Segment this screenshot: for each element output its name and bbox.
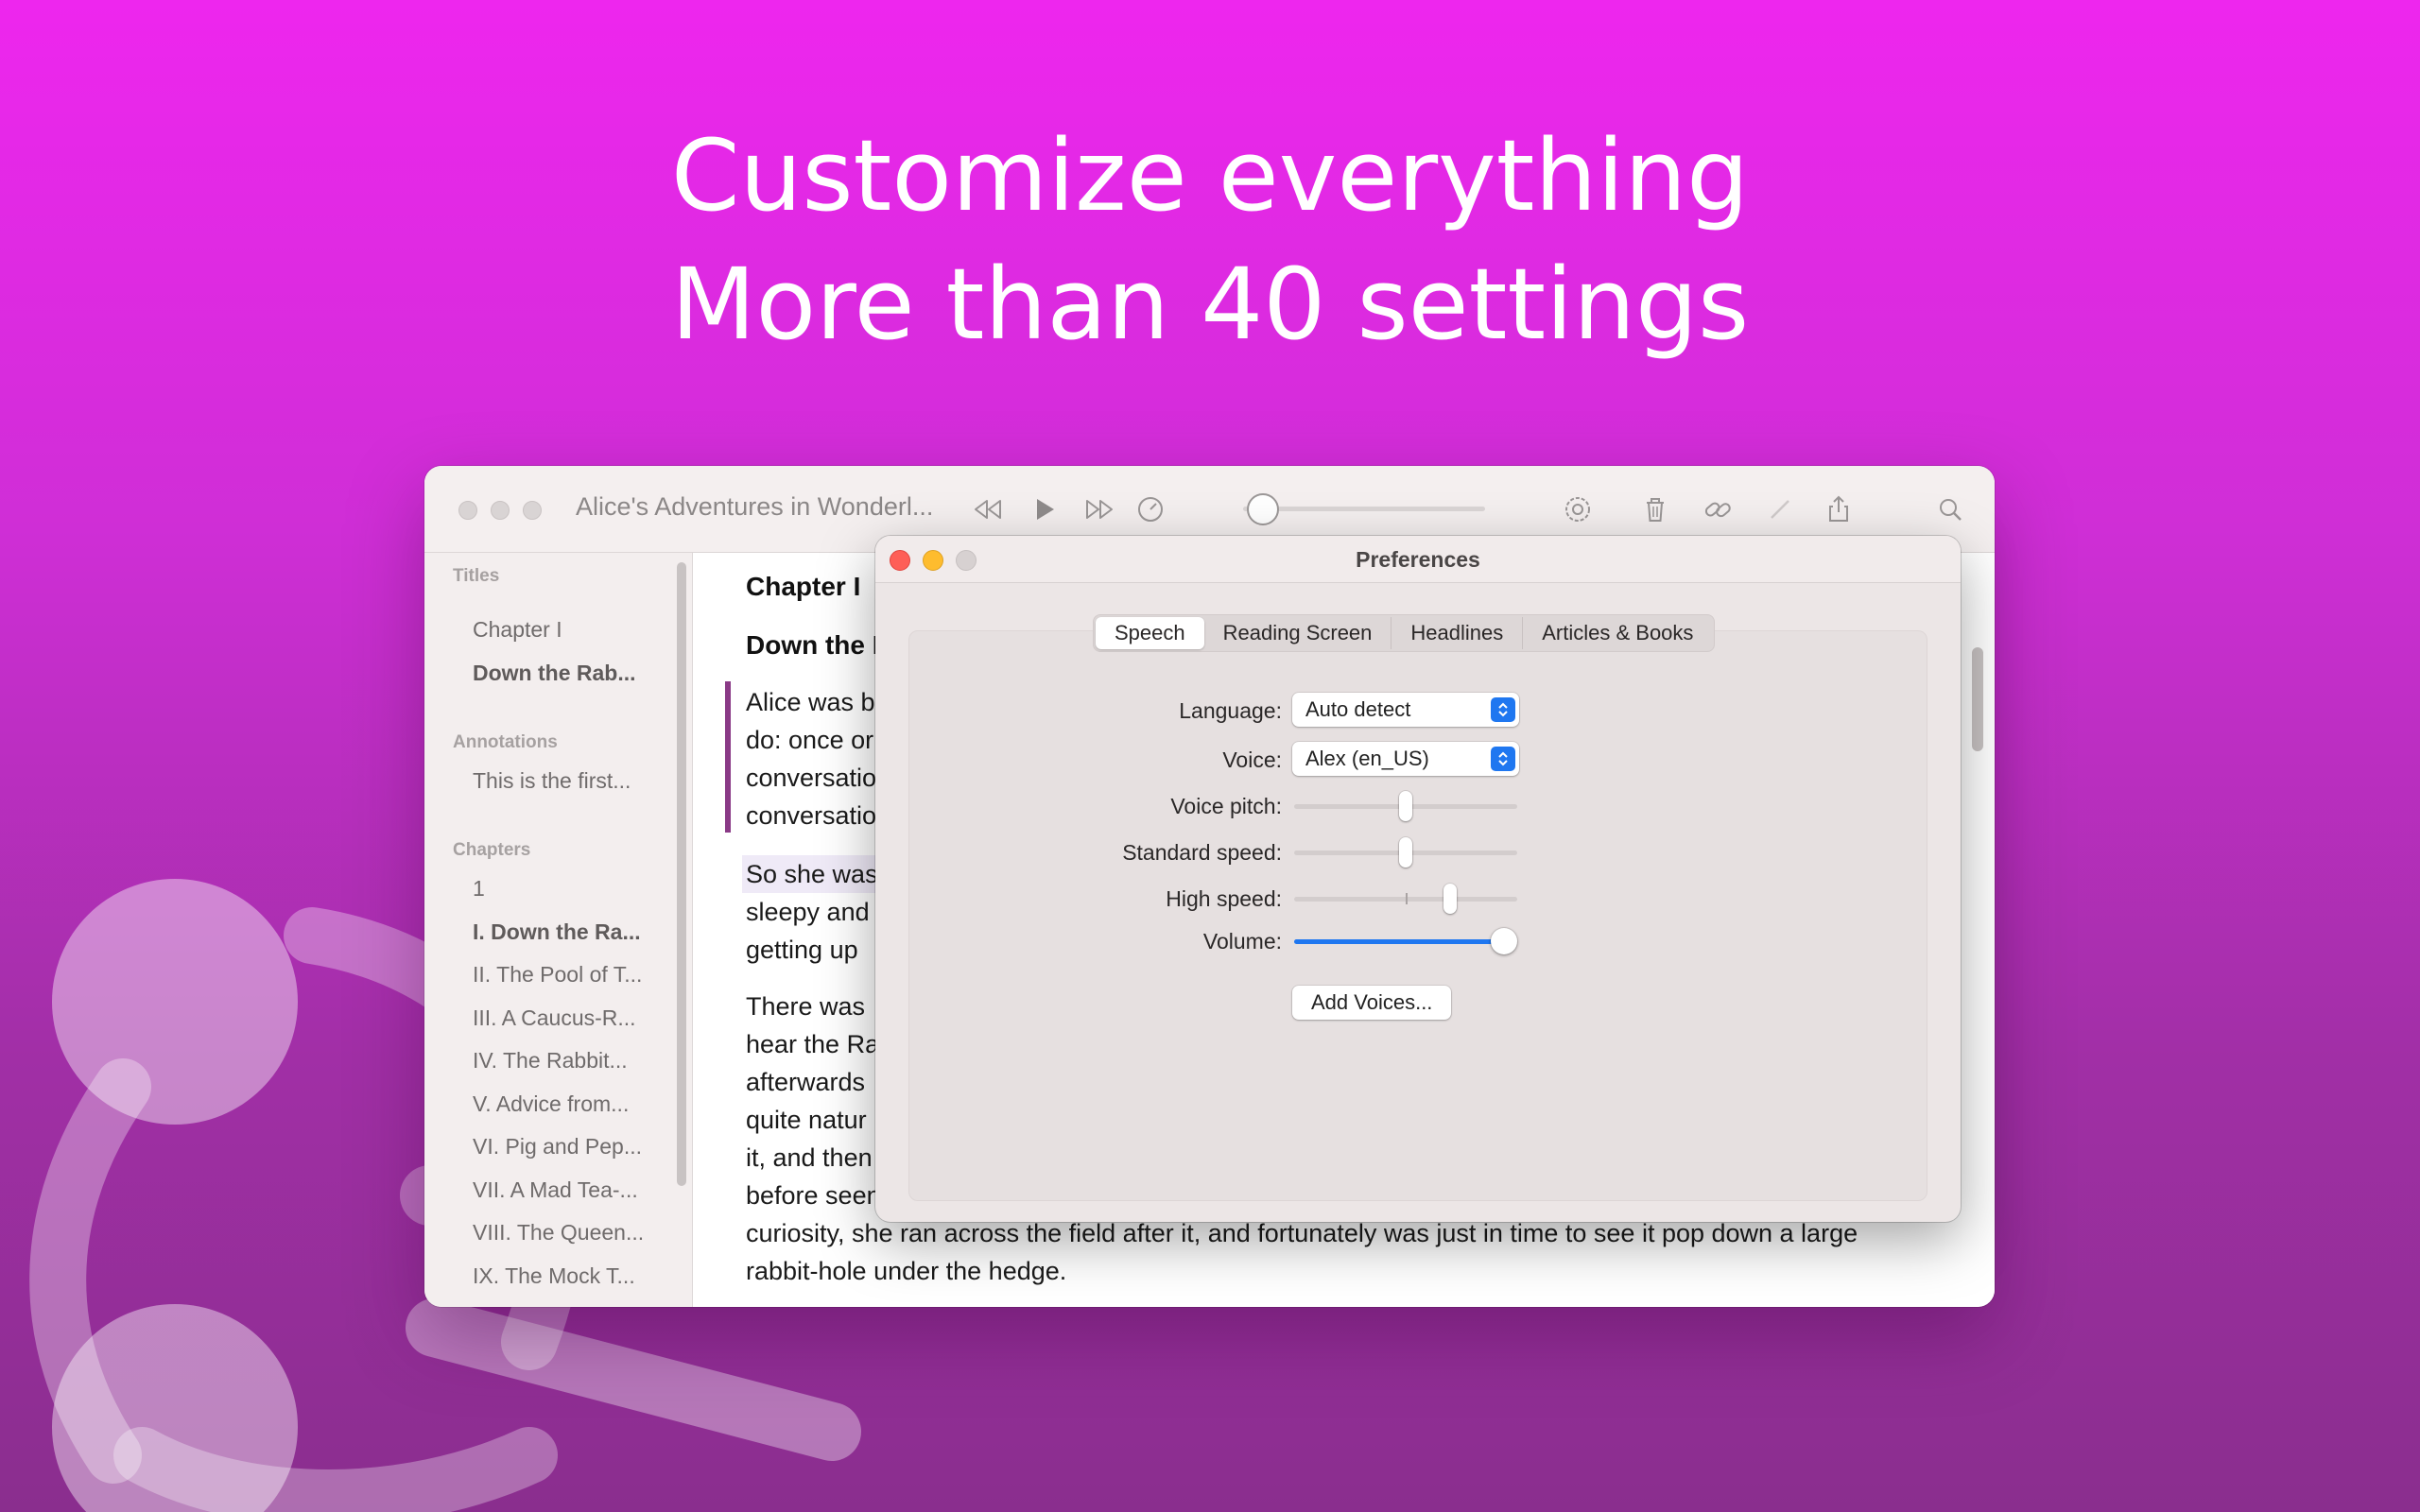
slider-knob[interactable] — [1491, 928, 1517, 954]
updown-chevron-icon — [1491, 747, 1515, 771]
standard-speed-slider[interactable] — [1294, 837, 1517, 868]
preferences-window: Preferences Speech Reading Screen Headli… — [875, 536, 1961, 1222]
slider-knob[interactable] — [1399, 837, 1412, 868]
annotation-marker — [725, 681, 731, 833]
chapter-subtitle: Down the R — [746, 630, 891, 660]
window-title: Alice's Adventures in Wonderl... — [576, 492, 934, 521]
paragraph-1: Alice was b do: once or conversatio conv… — [746, 683, 876, 834]
slider-knob[interactable] — [1399, 791, 1412, 821]
voice-label: Voice: — [1222, 747, 1282, 772]
minimize-window-button[interactable] — [491, 501, 510, 520]
paragraph-line: conversatio — [746, 801, 877, 830]
preferences-titlebar: Preferences — [875, 536, 1961, 583]
slider-tick — [1406, 893, 1408, 904]
paragraph-line: conversatio — [746, 764, 877, 792]
sidebar-chapter-item[interactable]: VII. A Mad Tea-... — [473, 1177, 638, 1203]
tab-articles-books[interactable]: Articles & Books — [1522, 617, 1712, 649]
voice-pitch-slider[interactable] — [1294, 791, 1517, 821]
tab-speech[interactable]: Speech — [1096, 617, 1204, 649]
preferences-title: Preferences — [1356, 547, 1480, 572]
paragraph-line: So she was — [746, 860, 878, 888]
link-icon[interactable] — [1697, 489, 1738, 530]
speed-icon[interactable] — [1130, 489, 1171, 530]
language-label: Language: — [1179, 698, 1282, 723]
chapter-title: Chapter I — [746, 572, 861, 601]
sidebar-chapter-item[interactable]: IV. The Rabbit... — [473, 1048, 628, 1074]
sidebar-annotation-item[interactable]: This is the first... — [473, 768, 631, 794]
paragraph-line: do: once or — [746, 726, 874, 754]
paragraph-2: So she was sleepy and getting up — [746, 855, 878, 969]
rewind-icon[interactable] — [967, 489, 1009, 530]
add-voices-button[interactable]: Add Voices... — [1292, 986, 1452, 1020]
tab-reading-screen[interactable]: Reading Screen — [1204, 617, 1392, 649]
high-speed-slider[interactable] — [1294, 884, 1517, 914]
preferences-tabs: Speech Reading Screen Headlines Articles… — [1093, 614, 1716, 652]
play-icon[interactable] — [1024, 489, 1065, 530]
sidebar-chapter-item[interactable]: I. Down the Ra... — [473, 919, 641, 945]
annotations-heading: Annotations — [453, 732, 558, 752]
paragraph-line: getting up — [746, 936, 858, 964]
standard-speed-label: Standard speed: — [1122, 840, 1282, 865]
high-speed-label: High speed: — [1166, 886, 1282, 911]
search-icon[interactable] — [1929, 489, 1971, 530]
voice-select[interactable]: Alex (en_US) — [1292, 742, 1519, 776]
share-icon[interactable] — [1818, 489, 1859, 530]
volume-label: Volume: — [1202, 929, 1282, 954]
sidebar-title-item[interactable]: Down the Rab... — [473, 661, 636, 686]
content-scrollbar[interactable] — [1972, 647, 1983, 751]
paragraph-line: sleepy and — [746, 898, 870, 926]
sidebar-chapter-item[interactable]: VIII. The Queen... — [473, 1220, 644, 1246]
settings-icon[interactable] — [1557, 489, 1599, 530]
playback-scrubber[interactable] — [1243, 507, 1485, 511]
slider-knob[interactable] — [1443, 884, 1457, 914]
tab-headlines[interactable]: Headlines — [1391, 617, 1522, 649]
sidebar-chapter-item[interactable]: IX. The Mock T... — [473, 1263, 635, 1289]
sidebar-title-item[interactable]: Chapter I — [473, 617, 562, 643]
playback-scrubber-knob[interactable] — [1247, 493, 1279, 525]
titles-heading: Titles — [453, 566, 500, 586]
headline-line-2: More than 40 settings — [670, 247, 1750, 362]
slider-fill — [1294, 939, 1504, 944]
language-value: Auto detect — [1305, 697, 1411, 721]
trash-icon[interactable] — [1634, 489, 1676, 530]
sidebar-chapter-item[interactable]: VI. Pig and Pep... — [473, 1134, 642, 1160]
sidebar-scrollbar[interactable] — [677, 562, 686, 1186]
zoom-window-button[interactable] — [523, 501, 542, 520]
chapters-heading: Chapters — [453, 840, 531, 860]
paragraph-line: Alice was b — [746, 688, 875, 716]
sidebar-chapter-item[interactable]: II. The Pool of T... — [473, 962, 642, 988]
voice-value: Alex (en_US) — [1305, 747, 1429, 770]
headline-line-1: Customize everything — [670, 118, 1750, 233]
fast-forward-icon[interactable] — [1079, 489, 1120, 530]
sidebar-chapter-item[interactable]: 1 — [473, 876, 485, 902]
volume-slider[interactable] — [1294, 928, 1517, 954]
paragraph-line: rabbit-hole under the hedge. — [746, 1257, 1067, 1285]
updown-chevron-icon — [1491, 697, 1515, 722]
language-select[interactable]: Auto detect — [1292, 693, 1519, 727]
pencil-icon[interactable] — [1759, 489, 1801, 530]
headline: Customize everything More than 40 settin… — [0, 112, 2420, 369]
voice-pitch-label: Voice pitch: — [1170, 794, 1282, 818]
sidebar: Titles Chapter I Down the Rab... Annotat… — [424, 553, 693, 1307]
close-window-button[interactable] — [458, 501, 477, 520]
sidebar-chapter-item[interactable]: III. A Caucus-R... — [473, 1005, 636, 1031]
sidebar-chapter-item[interactable]: V. Advice from... — [473, 1091, 629, 1117]
